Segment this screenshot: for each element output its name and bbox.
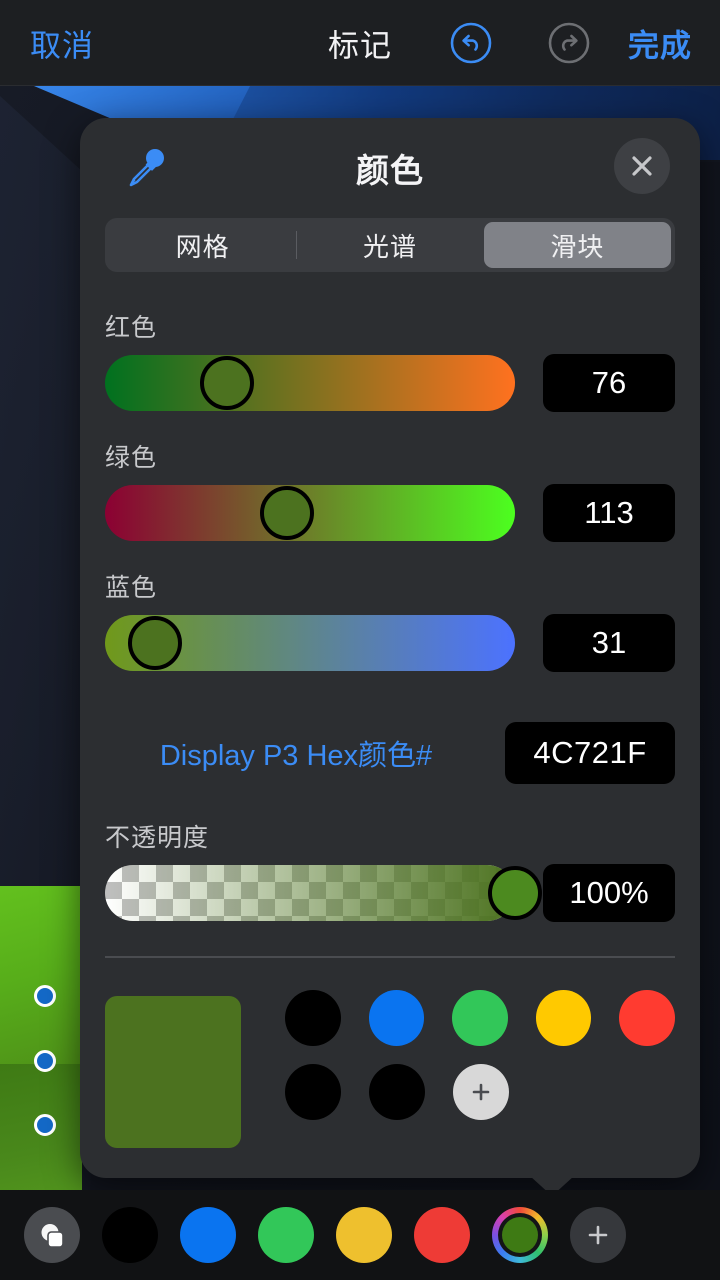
segment-sliders[interactable]: 滑块 bbox=[483, 222, 671, 268]
add-swatch-button[interactable] bbox=[453, 1064, 509, 1120]
slider-green-label: 绿色 bbox=[105, 444, 158, 472]
layers-opacity-icon[interactable] bbox=[24, 1207, 80, 1263]
segment-separator bbox=[296, 231, 298, 259]
slider-red-label: 红色 bbox=[105, 314, 158, 342]
selection-handle-top[interactable] bbox=[34, 985, 56, 1007]
segment-spectrum-label: 光谱 bbox=[362, 231, 417, 262]
slider-opacity-track[interactable] bbox=[105, 865, 542, 921]
color-popover: 颜色 网格 光谱 滑块 红色 76 绿色 113 蓝色 31 Display P… bbox=[80, 118, 700, 1196]
bottom-swatch-yellow[interactable] bbox=[336, 1207, 392, 1263]
color-wheel-icon[interactable] bbox=[492, 1207, 548, 1263]
bottom-swatch-blue[interactable] bbox=[180, 1207, 236, 1263]
slider-opacity-label: 不透明度 bbox=[105, 824, 210, 852]
redo-icon[interactable] bbox=[548, 22, 590, 64]
hex-value-field[interactable]: 4C721F bbox=[505, 722, 675, 784]
current-color-preview[interactable] bbox=[105, 996, 241, 1148]
swatch-row2-1[interactable] bbox=[285, 1064, 341, 1120]
segment-spectrum[interactable]: 光谱 bbox=[296, 222, 483, 268]
slider-blue-track[interactable] bbox=[105, 615, 515, 671]
swatch-0[interactable] bbox=[285, 990, 341, 1046]
swatch-grid bbox=[285, 990, 675, 1138]
top-toolbar: 取消 标记 完成 bbox=[0, 0, 720, 86]
selection-handle-middle[interactable] bbox=[34, 1050, 56, 1072]
swatch-3[interactable] bbox=[535, 990, 592, 1046]
swatch-1[interactable] bbox=[368, 990, 425, 1046]
hex-format-label[interactable]: Display P3 Hex颜色# bbox=[105, 732, 505, 774]
slider-opacity-thumb[interactable] bbox=[488, 866, 542, 920]
slider-blue: 蓝色 31 bbox=[105, 568, 675, 672]
swatch-row bbox=[285, 1064, 675, 1120]
popover-header: 颜色 bbox=[80, 118, 700, 218]
bottom-swatch-green[interactable] bbox=[258, 1207, 314, 1263]
slider-opacity: 不透明度 100% bbox=[105, 818, 675, 922]
slider-green: 绿色 113 bbox=[105, 438, 675, 542]
add-color-button[interactable] bbox=[570, 1207, 626, 1263]
popover-title: 颜色 bbox=[356, 152, 424, 189]
color-wheel-current bbox=[502, 1217, 538, 1253]
popover-divider bbox=[105, 956, 675, 958]
drawn-green-shape[interactable] bbox=[0, 886, 82, 1190]
slider-red: 红色 76 bbox=[105, 308, 675, 412]
bottom-color-toolbar bbox=[0, 1190, 720, 1280]
selection-handle-bottom[interactable] bbox=[34, 1114, 56, 1136]
slider-red-thumb[interactable] bbox=[200, 356, 255, 410]
close-icon[interactable] bbox=[614, 138, 670, 194]
bottom-swatch-red[interactable] bbox=[414, 1207, 470, 1263]
slider-red-track[interactable] bbox=[105, 355, 515, 411]
segment-sliders-label: 滑块 bbox=[550, 231, 605, 262]
slider-red-value[interactable]: 76 bbox=[543, 354, 675, 412]
page-title: 标记 bbox=[328, 28, 392, 63]
slider-green-value[interactable]: 113 bbox=[543, 484, 675, 542]
mode-segmented-control[interactable]: 网格 光谱 滑块 bbox=[105, 218, 675, 272]
cancel-button[interactable]: 取消 bbox=[30, 20, 94, 65]
slider-blue-label: 蓝色 bbox=[105, 574, 158, 602]
undo-icon[interactable] bbox=[450, 22, 492, 64]
swatch-row bbox=[285, 990, 675, 1046]
slider-opacity-value[interactable]: 100% bbox=[543, 864, 675, 922]
swatch-2[interactable] bbox=[452, 990, 508, 1046]
swatch-4[interactable] bbox=[619, 990, 675, 1046]
slider-opacity-gradient bbox=[105, 865, 515, 921]
swatch-area bbox=[105, 990, 675, 1160]
swatch-row2-0[interactable] bbox=[369, 1064, 425, 1120]
slider-blue-thumb[interactable] bbox=[128, 616, 183, 670]
done-button[interactable]: 完成 bbox=[628, 20, 692, 65]
screen: 取消 标记 完成 颜色 网格 光谱 滑块 红色 76 绿色 113 蓝色 31 … bbox=[0, 0, 720, 1280]
hex-row: Display P3 Hex颜色# 4C721F bbox=[105, 722, 675, 784]
segment-grid-label: 网格 bbox=[175, 231, 230, 262]
segment-grid[interactable]: 网格 bbox=[109, 222, 296, 268]
slider-green-track[interactable] bbox=[105, 485, 515, 541]
slider-green-thumb[interactable] bbox=[259, 486, 314, 540]
slider-blue-value[interactable]: 31 bbox=[543, 614, 675, 672]
color-wheel-inner bbox=[498, 1213, 542, 1257]
slider-red-gradient bbox=[105, 355, 515, 411]
bottom-swatch-black[interactable] bbox=[102, 1207, 158, 1263]
